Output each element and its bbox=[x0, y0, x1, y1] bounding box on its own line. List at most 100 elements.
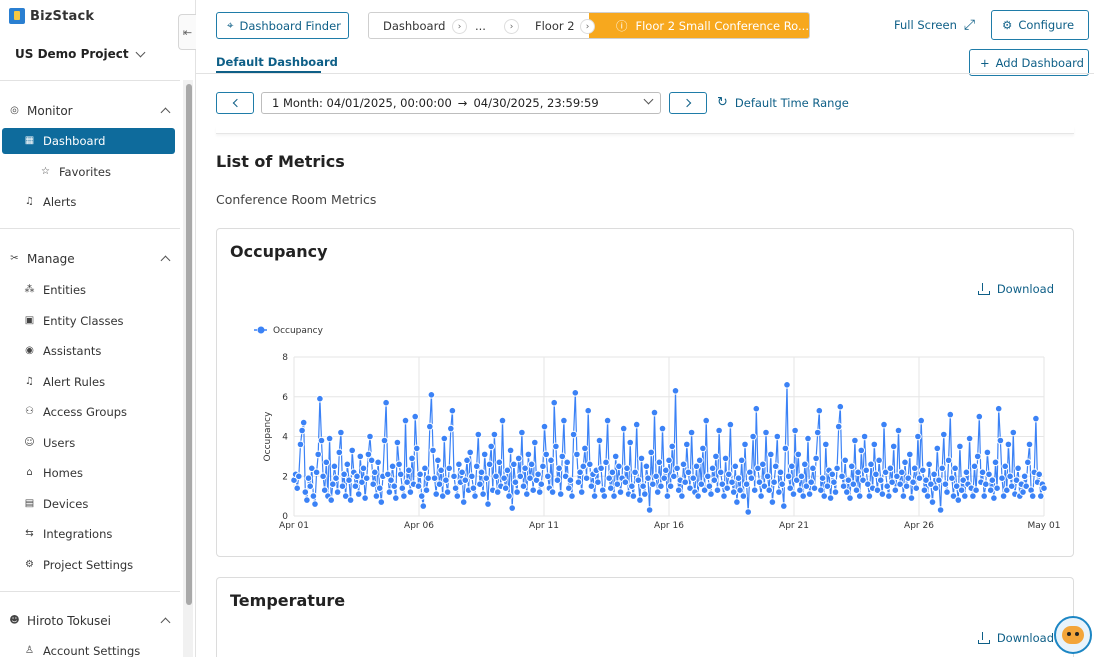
expand-icon: ⤢ bbox=[963, 17, 976, 33]
sidebar-item-favorites[interactable]: ☆ Favorites bbox=[40, 162, 111, 182]
default-time-range-button[interactable]: ↻ Default Time Range bbox=[717, 95, 849, 110]
breadcrumb-item-current[interactable]: ⓘ Floor 2 Small Conference Ro... bbox=[589, 13, 809, 38]
sidebar-item-access-groups[interactable]: ⚇ Access Groups bbox=[24, 402, 127, 422]
sidebar-item-account-settings[interactable]: ♙ Account Settings bbox=[24, 641, 140, 657]
bell-icon: ♫ bbox=[25, 376, 34, 387]
configure-button[interactable]: ⚙ Configure bbox=[991, 10, 1089, 40]
assistant-icon: ◉ bbox=[25, 345, 34, 356]
data-point bbox=[472, 462, 481, 471]
data-point bbox=[923, 492, 932, 500]
data-point bbox=[983, 448, 992, 457]
data-point bbox=[416, 470, 424, 479]
sidebar-item-dashboard[interactable]: ▦ Dashboard bbox=[2, 128, 175, 154]
breadcrumb-label: ... bbox=[475, 18, 486, 33]
data-point bbox=[619, 424, 628, 433]
data-point bbox=[600, 492, 609, 500]
sidebar-item-homes[interactable]: ⌂ Homes bbox=[24, 463, 83, 483]
data-point bbox=[846, 494, 854, 502]
time-range-select[interactable]: 1 Month: 04/01/2025, 00:00:00 → 04/30/20… bbox=[261, 92, 661, 114]
sidebar-scrollbar-thumb[interactable] bbox=[186, 84, 192, 605]
data-point bbox=[637, 454, 646, 463]
data-point bbox=[818, 474, 827, 482]
data-point bbox=[330, 462, 339, 471]
sidebar-item-project-settings[interactable]: ⚙ Project Settings bbox=[24, 555, 133, 575]
section-manage-label: Manage bbox=[27, 252, 75, 266]
assistant-chat-button[interactable] bbox=[1054, 616, 1092, 654]
data-point bbox=[899, 492, 908, 500]
sidebar-item-alert-rules[interactable]: ♫ Alert Rules bbox=[24, 372, 105, 392]
data-point bbox=[445, 464, 453, 473]
data-point bbox=[432, 490, 440, 498]
data-point bbox=[422, 486, 431, 495]
data-point bbox=[595, 436, 604, 445]
sidebar-item-entities[interactable]: ⁂ Entities bbox=[24, 280, 87, 300]
download-button[interactable]: Download bbox=[977, 631, 1054, 645]
data-point bbox=[878, 490, 887, 498]
sidebar-item-alerts[interactable]: ♫ Alerts bbox=[24, 192, 76, 212]
data-point bbox=[791, 426, 799, 435]
x-tick-label: Apr 11 bbox=[529, 521, 559, 531]
tab-default-dashboard[interactable]: Default Dashboard bbox=[216, 55, 338, 69]
data-point bbox=[841, 456, 850, 465]
section-manage[interactable]: ✂ Manage bbox=[9, 252, 171, 266]
collapse-sidebar-button[interactable]: ⇤ bbox=[178, 14, 196, 50]
data-point bbox=[978, 468, 987, 477]
data-point bbox=[482, 474, 491, 482]
sidebar-item-assistants[interactable]: ◉ Assistants bbox=[24, 341, 101, 361]
dashboard-finder-button[interactable]: ⌖ Dashboard Finder bbox=[216, 12, 349, 39]
time-prev-button[interactable] bbox=[216, 92, 254, 114]
data-point bbox=[828, 470, 837, 479]
data-point bbox=[369, 480, 377, 488]
project-selector[interactable]: US Demo Project bbox=[15, 47, 146, 61]
data-point bbox=[556, 490, 565, 498]
data-point bbox=[767, 450, 775, 459]
data-point bbox=[670, 472, 678, 481]
sidebar-item-label: Entity Classes bbox=[43, 314, 124, 328]
data-point bbox=[568, 492, 576, 500]
data-point bbox=[510, 460, 518, 469]
data-point bbox=[973, 452, 982, 461]
breadcrumb-item-ellipsis[interactable]: ... bbox=[461, 13, 519, 38]
data-point bbox=[566, 476, 575, 484]
section-monitor[interactable]: ◎ Monitor bbox=[9, 104, 171, 118]
data-point bbox=[962, 468, 971, 477]
y-tick-label: 6 bbox=[282, 393, 288, 403]
data-point bbox=[1037, 492, 1045, 500]
data-point bbox=[501, 484, 510, 493]
data-point bbox=[403, 478, 411, 486]
app-name: BizStack bbox=[30, 8, 95, 24]
chevron-left-icon bbox=[232, 98, 241, 108]
data-point bbox=[534, 470, 542, 479]
y-tick-label: 8 bbox=[282, 353, 288, 363]
app-logo[interactable]: BizStack bbox=[9, 8, 94, 24]
breadcrumb-item-floor-2[interactable]: Floor 2 bbox=[513, 13, 595, 38]
data-point bbox=[629, 492, 638, 500]
data-point bbox=[603, 416, 612, 425]
data-point bbox=[946, 410, 955, 419]
data-point bbox=[695, 456, 704, 465]
data-point bbox=[996, 436, 1005, 445]
data-point bbox=[935, 476, 943, 484]
data-point bbox=[563, 458, 572, 467]
add-dashboard-button[interactable]: + Add Dashboard bbox=[969, 49, 1089, 76]
full-screen-label: Full Screen bbox=[894, 18, 957, 32]
breadcrumb-item-dashboard[interactable]: Dashboard bbox=[369, 13, 467, 38]
data-point bbox=[463, 456, 471, 465]
data-point bbox=[715, 426, 723, 435]
data-point bbox=[657, 482, 665, 491]
bizstack-logo-icon bbox=[9, 8, 25, 24]
data-point bbox=[831, 488, 840, 496]
data-point bbox=[340, 470, 348, 479]
sidebar-item-entity-classes[interactable]: ▣ Entity Classes bbox=[24, 311, 124, 331]
time-next-button[interactable] bbox=[669, 92, 707, 114]
full-screen-button[interactable]: Full Screen ⤢ bbox=[894, 17, 975, 33]
sidebar-item-integrations[interactable]: ⇆ Integrations bbox=[24, 524, 112, 544]
data-point bbox=[395, 460, 403, 469]
sidebar-item-devices[interactable]: ▤ Devices bbox=[24, 494, 89, 514]
sidebar-item-users[interactable]: ☺ Users bbox=[24, 433, 75, 453]
data-point bbox=[476, 480, 484, 488]
data-point bbox=[912, 484, 921, 493]
section-account[interactable]: ☻ Hiroto Tokusei bbox=[9, 614, 171, 628]
data-point bbox=[901, 458, 909, 467]
data-point bbox=[1006, 472, 1014, 481]
